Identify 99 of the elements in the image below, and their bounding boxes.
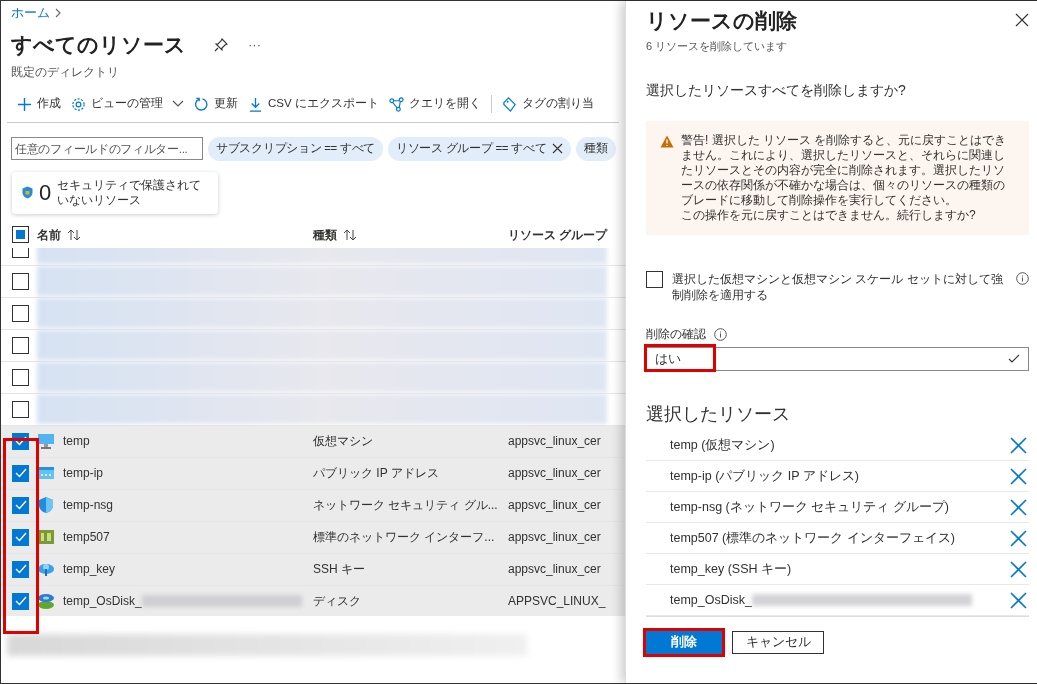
plus-icon	[17, 96, 32, 112]
table-cell: パブリック IP アドレス	[313, 466, 439, 480]
monitor-icon	[37, 432, 55, 450]
checkmark-icon	[14, 596, 27, 606]
resource-link[interactable]: temp507	[63, 528, 110, 546]
checkmark-icon	[14, 564, 27, 574]
info-icon	[1016, 272, 1029, 285]
toolbar-button[interactable]: ビューの管理	[71, 95, 184, 113]
sort-icon	[67, 228, 81, 241]
pin-icon[interactable]	[214, 37, 228, 52]
remove-button[interactable]	[1010, 467, 1027, 485]
nodes-icon	[388, 96, 404, 112]
page-title: すべてのリソース	[11, 32, 186, 58]
breadcrumb-link[interactable]: ホーム	[11, 2, 50, 23]
row-checkbox[interactable]	[12, 592, 29, 610]
disk-icon	[37, 592, 55, 610]
download-icon	[248, 96, 263, 112]
row-checkbox[interactable]	[12, 336, 29, 354]
security-label: セキュリティで保護されていないリソース	[57, 177, 203, 208]
shield-icon	[37, 496, 55, 514]
row-checkbox[interactable]	[12, 528, 29, 546]
remove-button[interactable]	[1010, 560, 1027, 578]
confirm-label: 削除の確認	[646, 326, 706, 343]
filter-field[interactable]: 任意のフィールドのフィルター...	[11, 137, 203, 160]
row-checkbox[interactable]	[12, 560, 29, 578]
table-cell: appsvc_linux_cer	[508, 562, 601, 576]
more-button[interactable]: ···	[248, 35, 261, 55]
refresh-icon	[194, 96, 209, 112]
table-cell: APPSVC_LINUX_	[508, 594, 606, 608]
table-cell: 仮想マシン	[313, 434, 373, 448]
panel-subtitle: 6 リソースを削除しています	[646, 38, 789, 54]
row-checkbox[interactable]	[12, 464, 29, 482]
resource-link[interactable]: temp-nsg	[63, 496, 114, 514]
delete-button[interactable]: 削除	[646, 631, 722, 654]
close-icon[interactable]	[552, 143, 564, 154]
table-cell: appsvc_linux_cer	[508, 434, 601, 448]
table-cell: ディスク	[313, 594, 361, 608]
table-cell: SSH キー	[313, 562, 365, 576]
select-all-checkbox[interactable]	[12, 226, 29, 243]
selected-resource: temp (仮想マシン)	[670, 436, 775, 454]
panel-title: リソースの削除	[646, 8, 797, 34]
filter-chip[interactable]: 種類	[576, 136, 616, 161]
resource-link[interactable]: temp-ip	[63, 464, 103, 482]
checkmark-icon	[14, 436, 27, 446]
selected-resource: temp_key (SSH キー)	[670, 560, 792, 578]
checkmark-icon	[14, 500, 27, 510]
row-checkbox[interactable]	[12, 400, 29, 418]
cancel-button[interactable]: キャンセル	[732, 631, 824, 654]
toolbar-button[interactable]: 更新	[194, 95, 238, 113]
toolbar-button[interactable]: 作成	[17, 95, 61, 113]
column-header[interactable]: リソース グループ	[508, 225, 608, 244]
row-checkbox[interactable]	[12, 368, 29, 386]
tag-icon	[501, 96, 517, 112]
table-cell: appsvc_linux_cer	[508, 498, 601, 512]
row-checkbox[interactable]	[12, 496, 29, 514]
table-cell: appsvc_linux_cer	[508, 466, 601, 480]
selected-resource: temp-ip (パブリック IP アドレス)	[670, 467, 859, 485]
highlight-frame	[644, 344, 716, 372]
warning-text: この操作を元に戻すことはできません。続行しますか?	[681, 208, 977, 223]
selected-resource: temp_OsDisk_	[670, 591, 752, 609]
filter-chip[interactable]: リソース グループ == すべて	[388, 136, 572, 161]
column-header[interactable]: 種類	[313, 225, 337, 244]
delete-question: 選択したリソースすべてを削除しますか?	[646, 81, 907, 100]
shield-icon	[22, 186, 33, 199]
toolbar-button[interactable]: タグの割り当	[501, 95, 594, 113]
table-cell: appsvc_linux_cer	[508, 530, 601, 544]
resource-link[interactable]: temp_OsDisk_	[63, 592, 142, 610]
table-cell: ネットワーク セキュリティ グル...	[313, 498, 498, 512]
close-button[interactable]	[1015, 13, 1029, 27]
toolbar-button[interactable]: クエリを開く	[388, 95, 481, 113]
gear-icon	[71, 96, 86, 112]
filter-chip[interactable]: サブスクリプション == すべて	[208, 136, 384, 161]
table-cell: 標準のネットワーク インターフ...	[313, 530, 495, 544]
warning-icon	[660, 135, 674, 148]
checkmark-icon	[14, 532, 27, 542]
selected-heading: 選択したリソース	[646, 403, 791, 426]
checkmark-icon	[14, 468, 27, 478]
info-icon	[714, 328, 727, 341]
selected-resource: temp-nsg (ネットワーク セキュリティ グループ)	[670, 498, 949, 516]
column-header[interactable]: 名前	[37, 225, 61, 244]
row-checkbox[interactable]	[12, 272, 29, 290]
remove-button[interactable]	[1010, 591, 1027, 609]
remove-button[interactable]	[1010, 436, 1027, 454]
resource-link[interactable]: temp	[63, 432, 90, 450]
remove-button[interactable]	[1010, 498, 1027, 516]
page-subtitle: 既定のディレクトリ	[10, 63, 120, 81]
selected-resource: temp507 (標準のネットワーク インターフェイス)	[670, 529, 955, 547]
sort-icon	[343, 228, 357, 241]
chevron-icon	[54, 7, 62, 18]
force-delete-checkbox[interactable]	[646, 271, 663, 288]
remove-button[interactable]	[1010, 529, 1027, 547]
confirm-field[interactable]: はい	[646, 347, 1029, 371]
security-count: 0	[39, 179, 52, 207]
warning-text: 警告! 選択した リソース を削除すると、元に戻すことはできません。これにより、選択したリソースと、それらに関連したリソースとその内容が完全に削除されます。選択したリソースの依存関係が不確かな場合は、個々のリソースの種類のブレードに移動して削除操作を実行してください。	[681, 133, 1008, 208]
row-checkbox[interactable]	[12, 304, 29, 322]
toolbar-button[interactable]: CSV にエクスポート	[248, 95, 379, 113]
resource-link[interactable]: temp_key	[63, 560, 116, 578]
force-delete-label: 選択した仮想マシンと仮想マシン スケール セットに対して強制削除を適用する	[672, 271, 1004, 303]
chevron-down-icon	[172, 100, 184, 108]
